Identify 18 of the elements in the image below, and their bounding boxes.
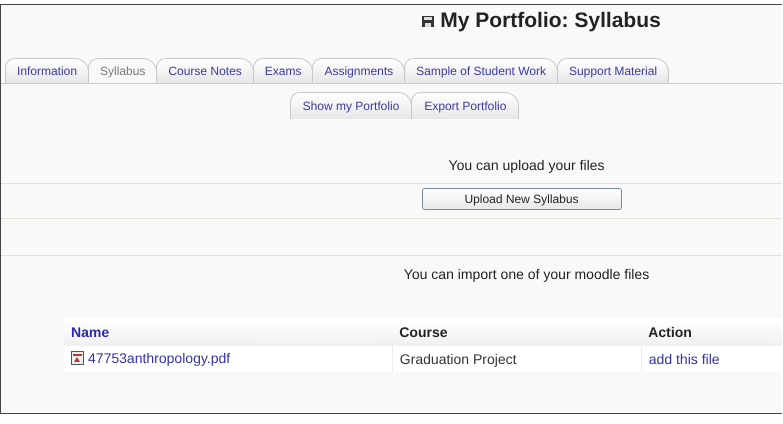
column-header: Course [392, 318, 642, 346]
upload-message: You can upload your files [448, 157, 606, 175]
save-icon [422, 16, 434, 26]
tab[interactable]: Information [5, 58, 90, 83]
tab[interactable]: Support Material [557, 58, 670, 83]
tab[interactable]: Assignments [312, 58, 406, 83]
import-message: You can import one of your moodle files [402, 266, 650, 284]
tab[interactable]: Export Portfolio [411, 92, 520, 119]
column-header[interactable]: Name [64, 318, 392, 346]
tab[interactable]: Exams [252, 58, 314, 83]
pdf-file-icon [71, 351, 84, 365]
column-header: Action [641, 318, 782, 346]
upload-button[interactable]: Upload New Syllabus [422, 188, 622, 210]
tab[interactable]: Show my Portfolio [290, 92, 412, 119]
page-title: My Portfolio: Syllabus [440, 9, 661, 33]
tab[interactable]: Course Notes [156, 58, 254, 83]
table-cell: Graduation Project [392, 346, 642, 372]
tab[interactable]: Sample of Student Work [404, 58, 558, 83]
